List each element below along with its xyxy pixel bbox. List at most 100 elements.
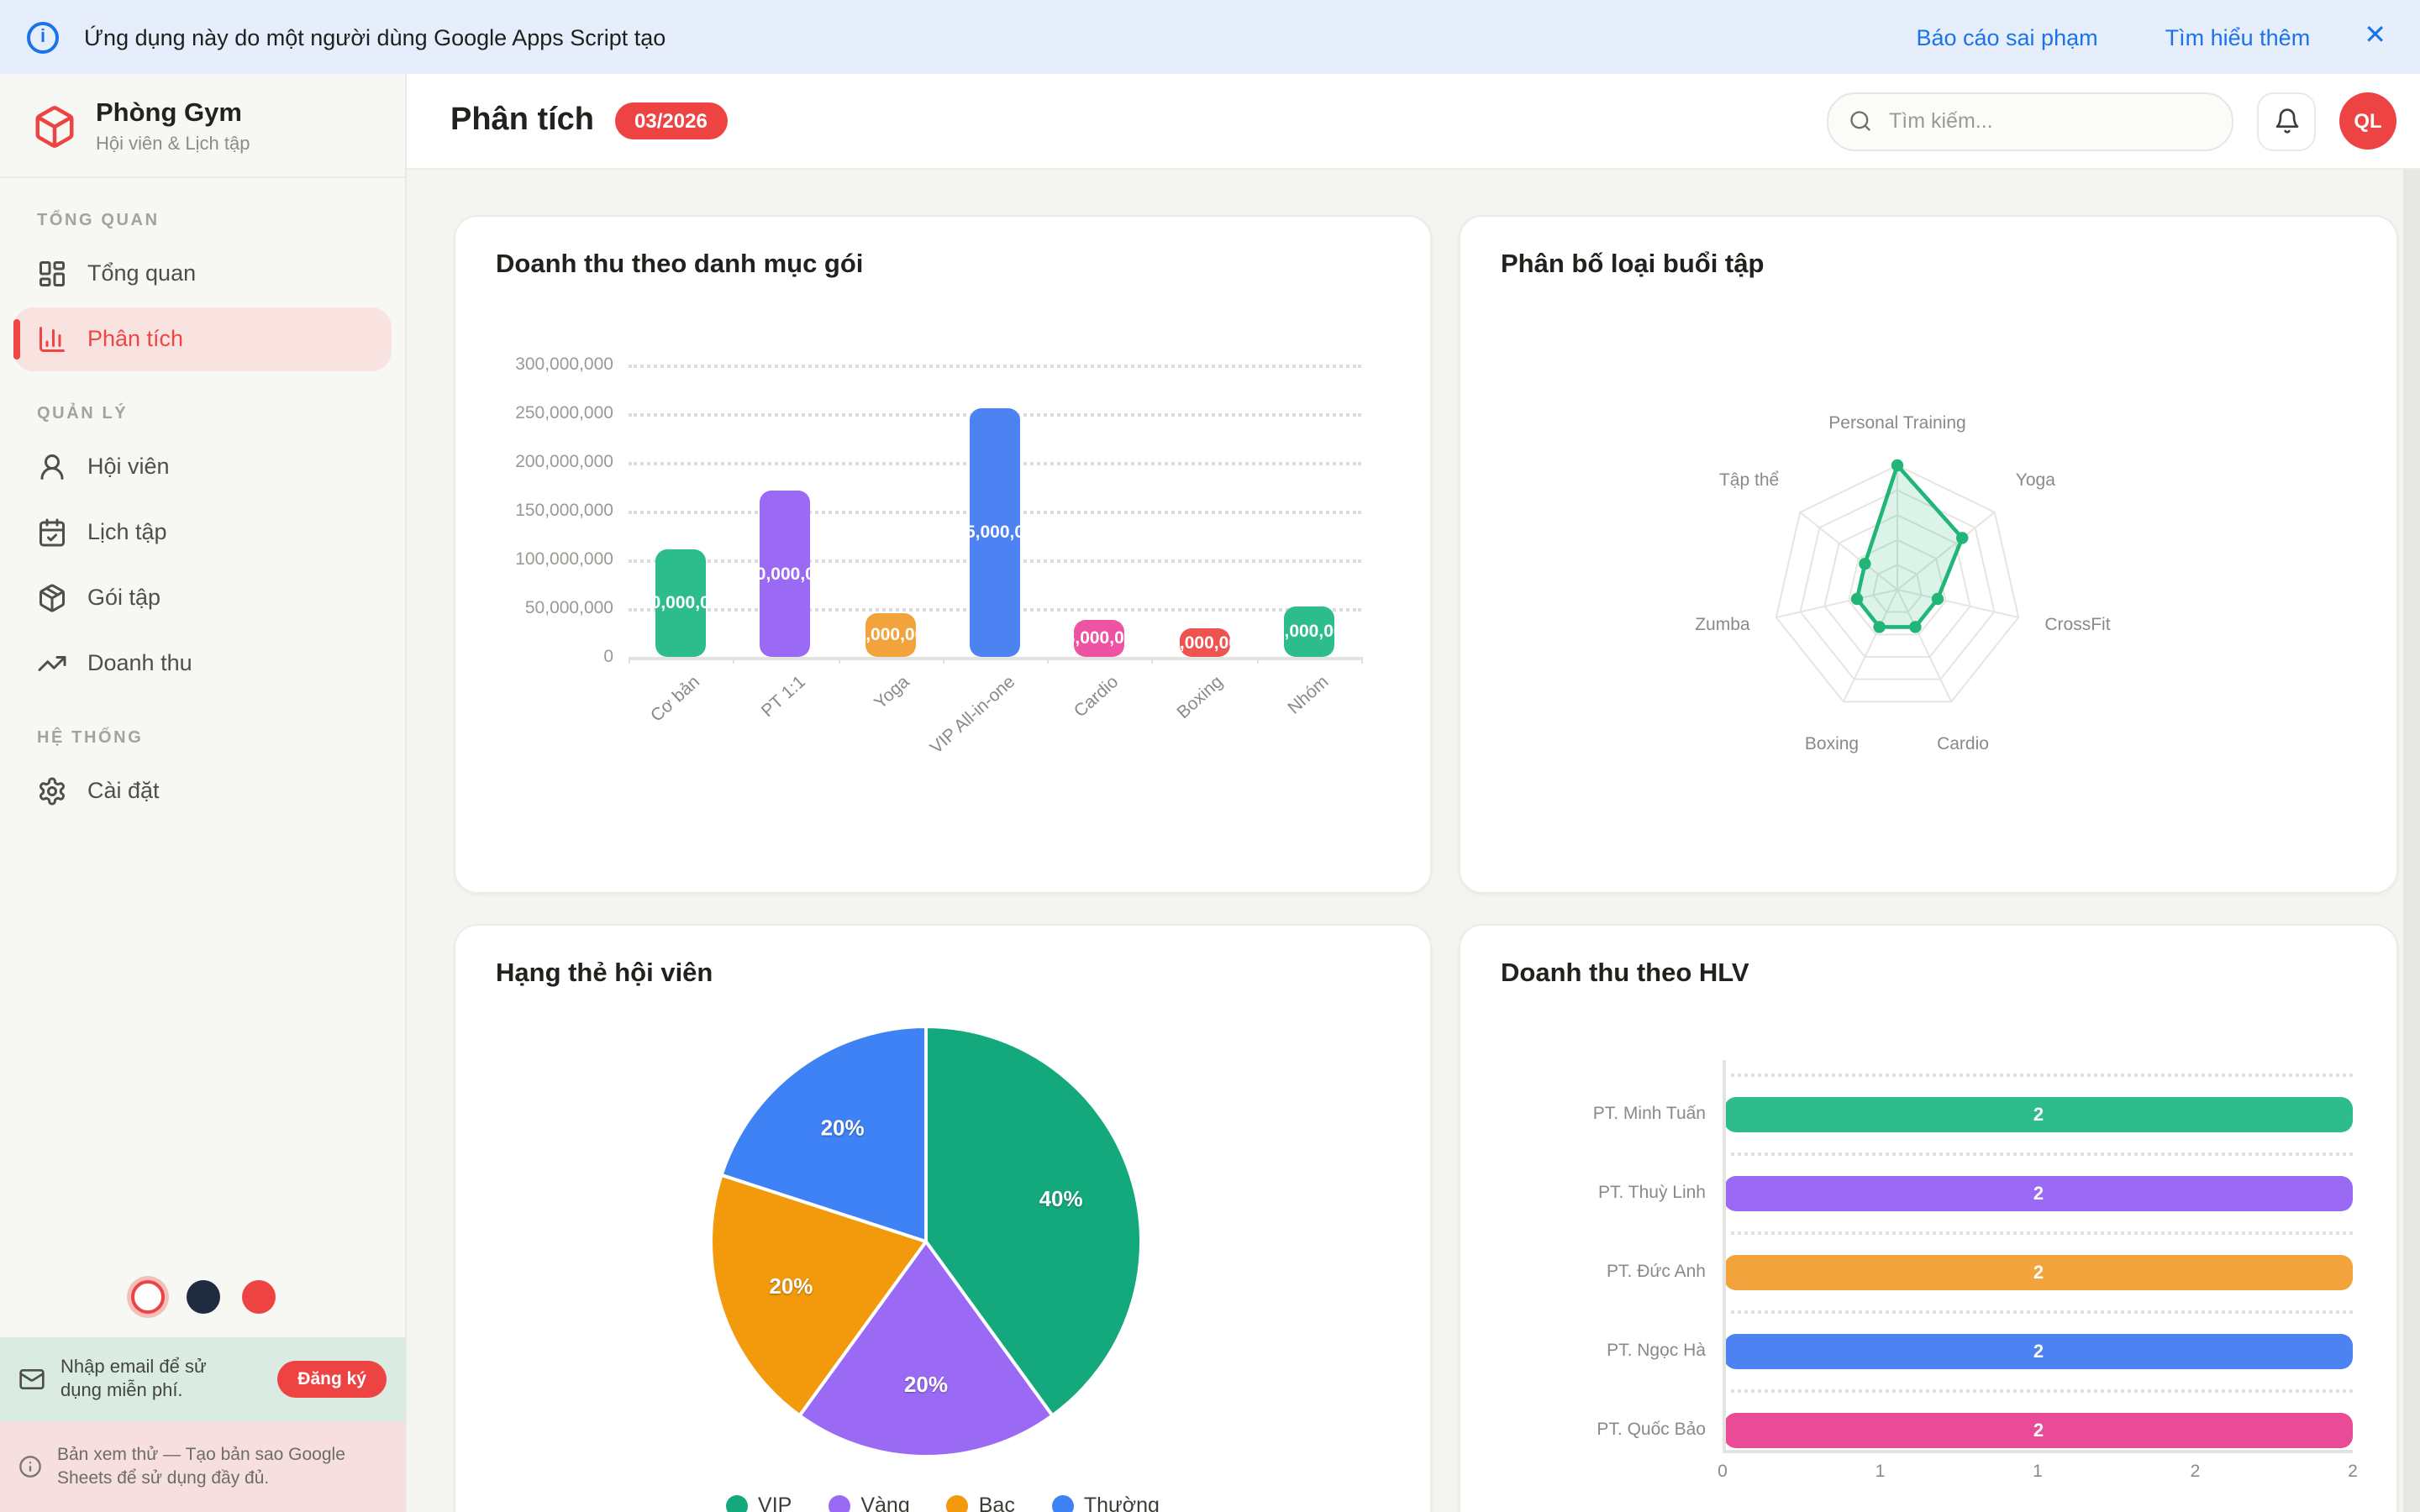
bar-value-label: 2 <box>1724 1097 2353 1132</box>
sidebar-item-label: Cài đặt <box>87 778 160 803</box>
dashboard-icon <box>37 258 67 288</box>
legend-dot <box>1052 1494 1074 1512</box>
signup-button[interactable]: Đăng ký <box>277 1361 387 1398</box>
bar-value-label: 30,000,000 <box>1179 628 1229 657</box>
radar-axis-label: CrossFit <box>2044 615 2110 634</box>
category-label: PT. Minh Tuấn <box>1460 1104 1706 1124</box>
theme-color-dots <box>0 1280 405 1314</box>
gridline <box>1723 1074 2353 1077</box>
bar-Cardio[interactable]: 38,000,000 <box>1075 620 1125 657</box>
radar-point[interactable] <box>1956 532 1968 543</box>
sidebar-section-label: QUẢN LÝ <box>37 404 405 423</box>
bar-value-label: 38,000,000 <box>1075 620 1125 657</box>
bar-PT. Quốc Bảo[interactable]: 2 <box>1724 1413 2353 1448</box>
legend-item-Thường[interactable]: Thường <box>1052 1494 1160 1512</box>
y-axis-tick: 250,000,000 <box>455 403 613 423</box>
legend-item-Bạc[interactable]: Bạc <box>947 1494 1015 1512</box>
bar-PT. Ngọc Hà[interactable]: 2 <box>1724 1334 2353 1369</box>
bar-PT. Thuỳ Linh[interactable]: 2 <box>1724 1176 2353 1211</box>
search-input[interactable] <box>1886 108 2212 134</box>
legend-item-VIP[interactable]: VIP <box>726 1494 792 1512</box>
page-header: Phân tích 03/2026 QL <box>407 74 2420 170</box>
legend-dot <box>947 1494 969 1512</box>
radar-axis-label: Yoga <box>2016 470 2055 490</box>
x-axis-tick: 2 <box>2348 1462 2358 1482</box>
x-axis-label: Yoga <box>871 672 913 713</box>
radar-point[interactable] <box>1851 593 1863 605</box>
report-abuse-link[interactable]: Báo cáo sai phạm <box>1916 24 2097 50</box>
bar-PT 1:1[interactable]: 170,000,000 <box>760 491 811 657</box>
sidebar-item-lich-tap[interactable]: Lịch tập <box>13 500 392 564</box>
bar-VIP All-in-one[interactable]: 255,000,000 <box>970 408 1020 657</box>
axis-tick <box>838 657 839 664</box>
bar-PT. Đức Anh[interactable]: 2 <box>1724 1255 2353 1290</box>
bar-value-label: 170,000,000 <box>760 491 811 657</box>
bar-value-label: 255,000,000 <box>970 408 1020 657</box>
trial-notice: Bản xem thử — Tạo bản sao Google Sheets … <box>0 1421 405 1512</box>
bar-chart: 300,000,000250,000,000200,000,000150,000… <box>455 217 1430 892</box>
bar-Cơ bản[interactable]: 110,000,000 <box>655 549 706 657</box>
bar-Boxing[interactable]: 30,000,000 <box>1179 628 1229 657</box>
axis-tick <box>943 657 944 664</box>
x-axis-tick: 2 <box>2191 1462 2201 1482</box>
radar-axis-label: Personal Training <box>1828 413 1965 433</box>
avatar[interactable]: QL <box>2339 92 2396 150</box>
axis-tick <box>1361 657 1363 664</box>
gas-warning-banner: i Ứng dụng này do một người dùng Google … <box>0 0 2420 74</box>
info-icon: i <box>27 21 59 53</box>
page-scrollbar[interactable] <box>2403 170 2420 1512</box>
bar-value-label: 2 <box>1724 1176 2353 1211</box>
bar-PT. Minh Tuấn[interactable]: 2 <box>1724 1097 2353 1132</box>
card-revenue-by-trainer: Doanh thu theo HLV PT. Minh Tuấn2PT. Thu… <box>1459 924 2398 1512</box>
axis-tick <box>1152 657 1154 664</box>
card-membership-tiers: Hạng thẻ hội viên 40%20%20%20% VIPVàngBạ… <box>454 924 1432 1512</box>
axis-tick <box>1256 657 1258 664</box>
x-axis-tick: 1 <box>2033 1462 2043 1482</box>
legend-label: Vàng <box>860 1494 909 1512</box>
sidebar-item-hoi-vien[interactable]: Hội viên <box>13 434 392 498</box>
legend-dot <box>829 1494 850 1512</box>
sidebar-item-tong-quan[interactable]: Tổng quan <box>13 241 392 305</box>
sidebar-item-doanh-thu[interactable]: Doanh thu <box>13 631 392 695</box>
x-axis-label: VIP All-in-one <box>926 672 1018 759</box>
user-icon <box>37 451 67 481</box>
bar-Nhóm[interactable]: 52,000,000 <box>1284 606 1334 657</box>
bar-Yoga[interactable]: 45,000,000 <box>865 613 915 657</box>
sidebar: Phòng Gym Hội viên & Lịch tập TỔNG QUANT… <box>0 74 407 1512</box>
pie-slice-label: 40% <box>1039 1186 1083 1211</box>
pie-legend: VIP Vàng Bạc Thường <box>455 1494 1430 1512</box>
axis-tick <box>629 657 630 664</box>
y-axis-tick: 100,000,000 <box>455 549 613 570</box>
sidebar-item-cai-dat[interactable]: Cài đặt <box>13 759 392 822</box>
pie-slice-label: 20% <box>769 1273 813 1299</box>
radar-point[interactable] <box>1873 621 1885 633</box>
app-logo: Phòng Gym Hội viên & Lịch tập <box>0 74 405 177</box>
legend-item-Vàng[interactable]: Vàng <box>829 1494 909 1512</box>
gridline <box>1723 1310 2353 1314</box>
bell-icon <box>2273 108 2300 134</box>
radar-axis-label: Boxing <box>1805 734 1859 753</box>
gridline <box>1723 1231 2353 1235</box>
radar-point[interactable] <box>1859 558 1870 570</box>
y-axis-tick: 0 <box>455 647 613 667</box>
x-axis-label: PT 1:1 <box>757 672 809 722</box>
notifications-button[interactable] <box>2257 92 2316 150</box>
learn-more-link[interactable]: Tìm hiểu thêm <box>2165 24 2311 50</box>
category-label: PT. Quốc Bảo <box>1460 1420 1706 1440</box>
close-banner-icon[interactable]: ✕ <box>2364 24 2386 50</box>
sidebar-item-phan-tich[interactable]: Phân tích <box>13 307 392 370</box>
main-area: Phân tích 03/2026 QL Doanh thu theo danh… <box>407 74 2420 1512</box>
sidebar-menu: TỔNG QUANTổng quanPhân tíchQUẢN LÝHội vi… <box>0 211 405 822</box>
legend-label: Bạc <box>979 1494 1015 1512</box>
bar-value-label: 52,000,000 <box>1284 606 1334 657</box>
sidebar-item-goi-tap[interactable]: Gói tập <box>13 565 392 629</box>
radar-point[interactable] <box>1932 593 1944 605</box>
legend-dot <box>726 1494 748 1512</box>
theme-dot-red[interactable] <box>241 1280 275 1314</box>
radar-point[interactable] <box>1891 459 1903 471</box>
radar-point[interactable] <box>1909 621 1921 633</box>
app-window: i Ứng dụng này do một người dùng Google … <box>0 0 2420 1512</box>
app-name: Phòng Gym <box>96 99 250 130</box>
theme-dot-navy[interactable] <box>186 1280 219 1314</box>
theme-dot-white[interactable] <box>130 1280 164 1314</box>
